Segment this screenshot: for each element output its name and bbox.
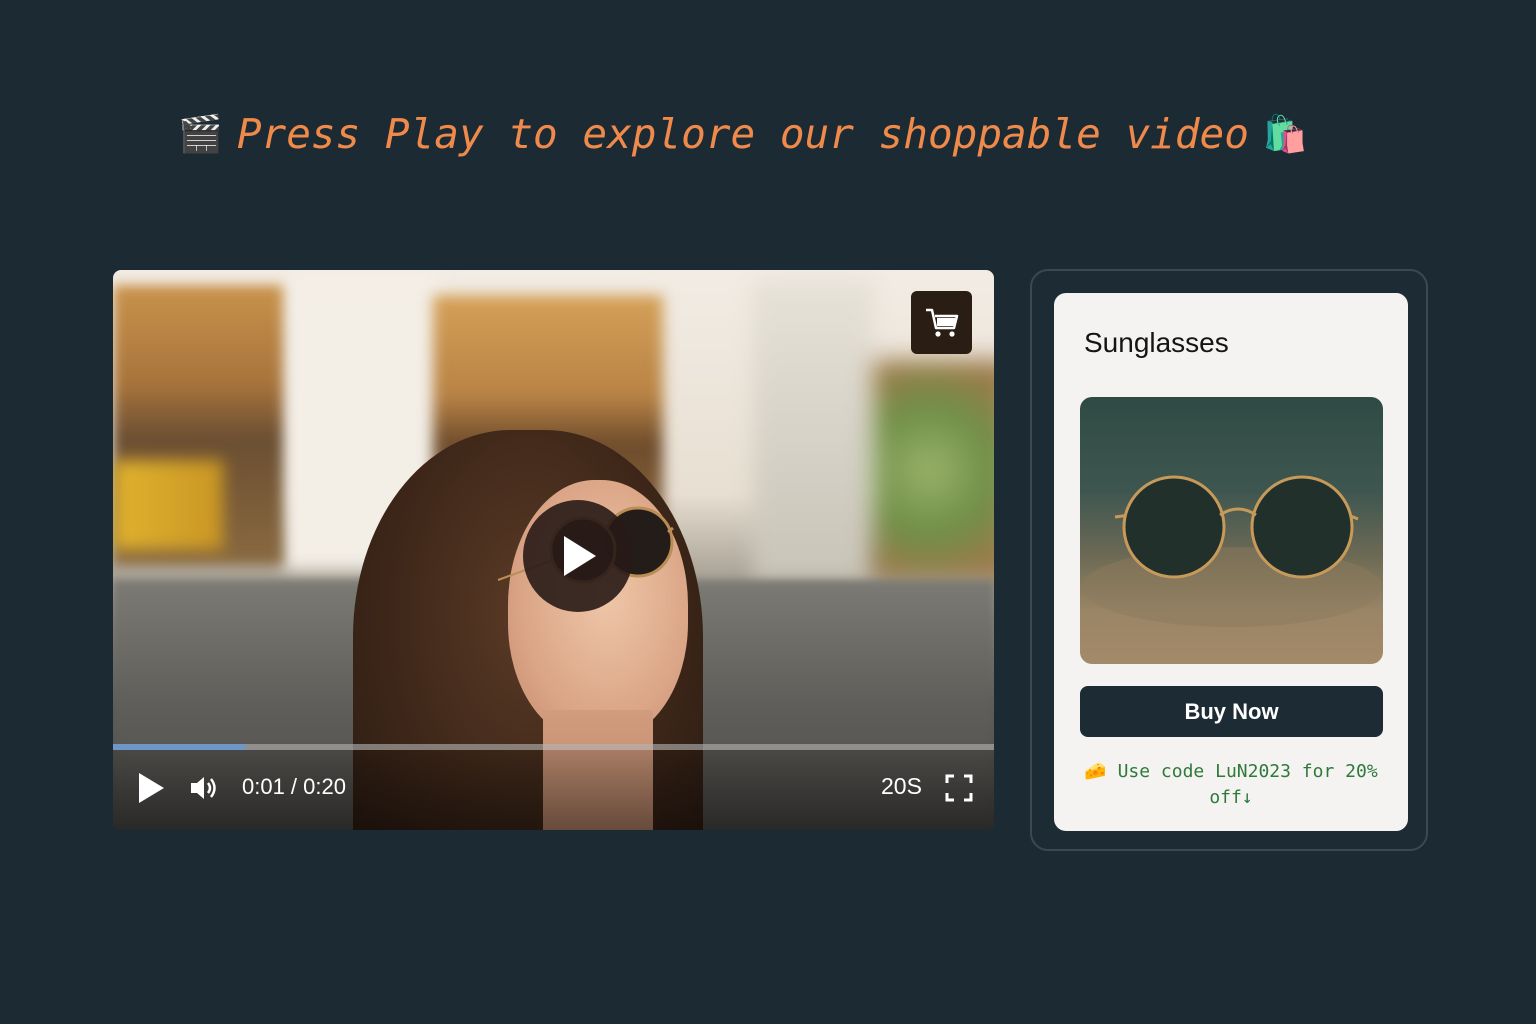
big-play-button[interactable] — [523, 500, 633, 612]
speed-button[interactable]: 20S — [881, 773, 922, 800]
headline-text: Press Play to explore our shoppable vide… — [236, 110, 1249, 158]
fullscreen-icon[interactable] — [945, 774, 973, 802]
shop-button[interactable] — [911, 291, 972, 354]
cheese-icon: 🧀 — [1084, 761, 1107, 782]
play-icon — [564, 536, 596, 576]
clapperboard-icon: 🎬 — [178, 114, 223, 155]
volume-icon[interactable] — [189, 774, 219, 802]
product-title: Sunglasses — [1084, 327, 1229, 358]
shopping-bag-icon: 🛍️ — [1262, 114, 1308, 155]
video-player[interactable]: 0:01 / 0:20 20S — [113, 270, 994, 830]
progress-fill — [113, 744, 246, 750]
video-controls: 0:01 / 0:20 20S — [113, 744, 994, 830]
buy-now-button[interactable]: Buy Now — [1080, 686, 1383, 737]
product-panel: Sunglasses Buy Now 🧀 Use code LuN2023 fo… — [1030, 269, 1428, 851]
promo-text: 🧀 Use code LuN2023 for 20% off↓ — [1074, 759, 1388, 811]
sunglasses-image — [1082, 475, 1382, 627]
play-icon[interactable] — [137, 772, 165, 804]
page: 🎬 Press Play to explore our shoppable vi… — [0, 0, 1536, 1024]
shopping-cart-icon — [925, 308, 958, 337]
headline: 🎬 Press Play to explore our shoppable vi… — [178, 106, 1308, 162]
product-card: Sunglasses Buy Now 🧀 Use code LuN2023 fo… — [1054, 293, 1408, 831]
promo-code-text: Use code LuN2023 for 20% off↓ — [1117, 761, 1378, 808]
time-display: 0:01 / 0:20 — [242, 774, 346, 799]
progress-bar[interactable] — [113, 744, 994, 750]
product-image — [1080, 397, 1383, 664]
